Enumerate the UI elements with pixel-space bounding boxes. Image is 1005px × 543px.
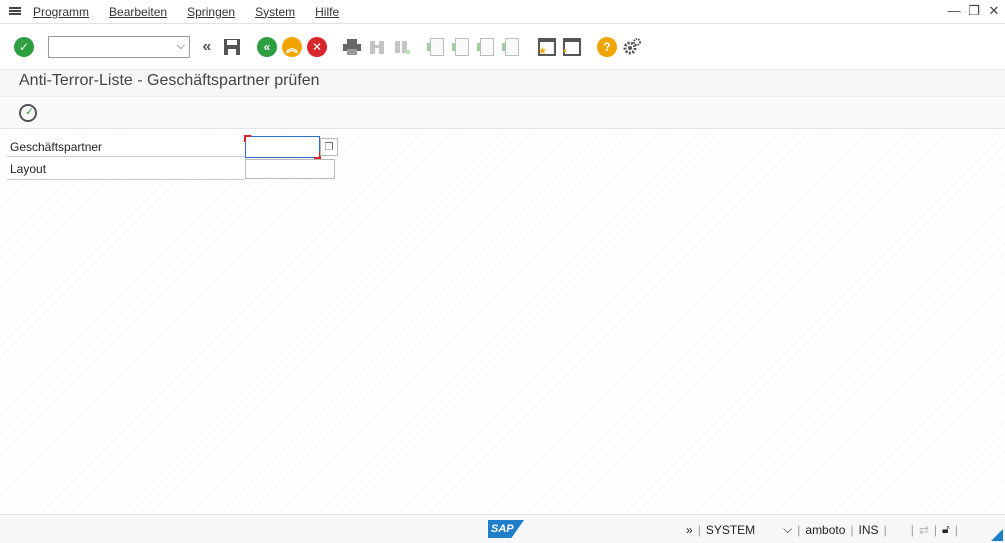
- window-controls: — ❐ ✕: [947, 3, 1001, 19]
- cancel-icon[interactable]: ✕: [306, 36, 328, 58]
- menu-bar: Programm Bearbeiten Springen System Hilf…: [0, 0, 1005, 24]
- create-shortcut-icon[interactable]: ▪: [561, 36, 583, 58]
- customize-layout-icon[interactable]: [621, 36, 643, 58]
- find-icon[interactable]: [366, 36, 388, 58]
- new-session-icon[interactable]: ★: [536, 36, 558, 58]
- field-label-layout: Layout: [7, 158, 245, 180]
- title-bar: Anti-Terror-Liste - Geschäftspartner prü…: [0, 69, 1005, 96]
- menu-springen[interactable]: Springen: [187, 5, 235, 19]
- exit-icon[interactable]: ︽: [281, 36, 303, 58]
- layout-input[interactable]: [245, 159, 335, 179]
- chevron-down-icon[interactable]: ⌵: [177, 40, 185, 53]
- restore-icon[interactable]: ❐: [967, 3, 981, 19]
- find-next-icon[interactable]: [391, 36, 413, 58]
- back-icon[interactable]: «: [256, 36, 278, 58]
- command-field[interactable]: ⌵: [48, 36, 190, 58]
- sap-logo: SAP: [488, 520, 524, 538]
- close-icon[interactable]: ✕: [987, 3, 1001, 19]
- menu-system[interactable]: System: [255, 5, 295, 19]
- application-toolbar: [0, 96, 1005, 129]
- previous-page-icon[interactable]: [451, 36, 473, 58]
- system-toolbar: ✓ ⌵ « « ︽ ✕ ★ ▪ ?: [0, 25, 1005, 69]
- page-title: Anti-Terror-Liste - Geschäftspartner prü…: [19, 72, 320, 89]
- enter-icon[interactable]: ✓: [13, 36, 35, 58]
- execute-icon[interactable]: [19, 104, 37, 122]
- selection-screen: Geschäftspartner ❐ Layout: [0, 130, 1005, 514]
- status-info: » | SYSTEM ⌵ | amboto | INS | | ⇄ | 🔓︎ |: [686, 522, 958, 537]
- status-expand-icon[interactable]: »: [686, 523, 693, 537]
- status-mode: INS: [858, 522, 879, 537]
- geschaeftspartner-input[interactable]: [244, 135, 321, 159]
- status-bar: SAP » | SYSTEM ⌵ | amboto | INS | | ⇄ | …: [0, 514, 1005, 543]
- resize-handle-icon[interactable]: [991, 529, 1003, 541]
- print-icon[interactable]: [341, 36, 363, 58]
- expand-icon[interactable]: «: [196, 36, 218, 58]
- menu-programm[interactable]: Programm: [33, 5, 89, 19]
- status-system: SYSTEM: [705, 522, 756, 537]
- status-dropdown-icon[interactable]: ⌵: [783, 522, 792, 537]
- last-page-icon[interactable]: [501, 36, 523, 58]
- first-page-icon[interactable]: [426, 36, 448, 58]
- help-icon[interactable]: ?: [596, 36, 618, 58]
- lock-icon[interactable]: 🔓︎: [942, 522, 950, 537]
- next-page-icon[interactable]: [476, 36, 498, 58]
- value-help-icon[interactable]: ❐: [320, 138, 338, 156]
- field-label-geschaeftspartner: Geschäftspartner: [7, 136, 245, 157]
- menu-bearbeiten[interactable]: Bearbeiten: [109, 5, 167, 19]
- status-user: amboto: [805, 522, 846, 537]
- connection-icon: ⇄: [918, 522, 929, 537]
- menu-hilfe[interactable]: Hilfe: [315, 5, 339, 19]
- menu-icon[interactable]: [9, 6, 23, 18]
- save-icon[interactable]: [221, 36, 243, 58]
- minimize-icon[interactable]: —: [947, 3, 961, 19]
